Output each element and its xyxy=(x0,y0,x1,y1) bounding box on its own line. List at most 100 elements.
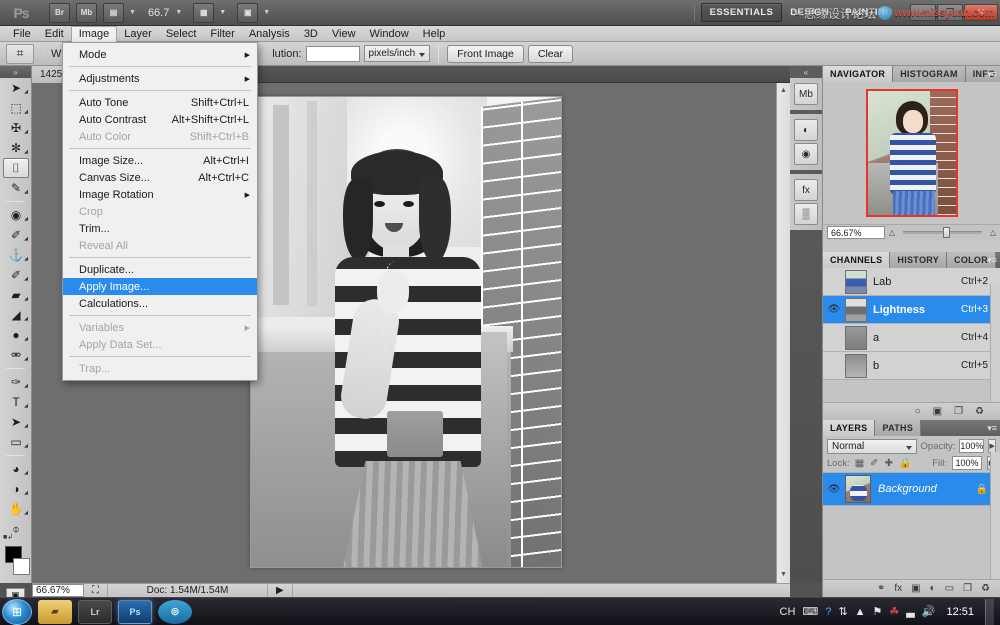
ime-more-icon[interactable]: ⇅ xyxy=(838,605,847,618)
tab-history[interactable]: HISTORY xyxy=(890,252,947,268)
type-tool[interactable]: T◢ xyxy=(0,392,32,412)
zoom-chevron-down-icon[interactable]: ▼ xyxy=(175,9,182,16)
scroll-up-icon[interactable]: ▲ xyxy=(777,83,790,97)
menu-item-canvas-size[interactable]: Canvas Size...Alt+Ctrl+C xyxy=(63,169,257,186)
layers-scrollbar[interactable] xyxy=(990,452,1000,579)
taskbar-explorer-icon[interactable]: ▰ xyxy=(38,600,72,624)
layer-row-background[interactable]: 👁 Background 🔒 xyxy=(823,472,1000,506)
crop-tool-options-icon[interactable]: ⌗ xyxy=(6,44,34,64)
action-center-icon[interactable]: ⚑ xyxy=(873,605,883,618)
maximize-button[interactable]: ❐ xyxy=(937,4,963,21)
status-more-icon[interactable]: ▶ xyxy=(268,584,293,597)
taskbar-other-app-icon[interactable]: ◎ xyxy=(158,600,192,624)
channel-row-lightness[interactable]: 👁 Lightness Ctrl+3 xyxy=(823,296,1000,324)
menu-item-auto-contrast[interactable]: Auto ContrastAlt+Shift+Ctrl+L xyxy=(63,111,257,128)
tab-channels[interactable]: CHANNELS xyxy=(823,252,890,268)
save-selection-as-channel-button[interactable]: ▣ xyxy=(933,406,942,417)
menu-item-calculations[interactable]: Calculations... xyxy=(63,295,257,312)
menu-filter[interactable]: Filter xyxy=(203,26,241,42)
close-button[interactable]: ✕ xyxy=(964,4,998,21)
load-channel-as-selection-button[interactable]: ○ xyxy=(915,406,921,417)
menu-file[interactable]: File xyxy=(6,26,38,42)
eraser-tool[interactable]: ▰◢ xyxy=(0,285,32,305)
quick-selection-tool[interactable]: ✻◢ xyxy=(0,138,32,158)
pen-tool[interactable]: ✑◢ xyxy=(0,372,32,392)
zoom-out-icon[interactable]: △ xyxy=(889,228,895,237)
arrange-chevron-down-icon[interactable]: ▼ xyxy=(219,9,226,16)
dock-collapse-button[interactable]: « xyxy=(790,66,822,78)
ime-keyboard-icon[interactable]: ⌨ xyxy=(802,605,818,618)
3d-orbit-tool[interactable]: ◑◢ xyxy=(0,479,32,499)
history-brush-tool[interactable]: ✐◢ xyxy=(0,265,32,285)
rectangle-tool[interactable]: ▭◢ xyxy=(0,432,32,452)
mini-bridge-panel-icon[interactable]: Mb xyxy=(794,83,818,105)
zoom-slider-knob[interactable] xyxy=(943,227,950,238)
swatches-panel-icon[interactable]: ▒ xyxy=(794,203,818,225)
menu-view[interactable]: View xyxy=(325,26,363,42)
taskbar-lightroom-icon[interactable]: Lr xyxy=(78,600,112,624)
opacity-stepper[interactable]: ▶ xyxy=(988,439,996,453)
channel-visibility-icon[interactable]: 👁 xyxy=(823,276,845,287)
dodge-tool[interactable]: ⚮◢ xyxy=(0,345,32,365)
document-image[interactable] xyxy=(250,96,562,568)
channel-visibility-icon[interactable]: 👁 xyxy=(823,304,845,315)
channels-panel-menu-icon[interactable]: ▾≡ xyxy=(987,255,997,266)
lock-transparent-pixels-icon[interactable]: ▦ xyxy=(855,458,864,469)
move-tool[interactable]: ➤◢ xyxy=(0,78,32,98)
status-preview-icon[interactable]: ⛶ xyxy=(84,584,108,597)
adjustments-panel-icon[interactable]: ◐ xyxy=(794,119,818,141)
background-color-swatch[interactable] xyxy=(13,558,30,575)
ime-help-icon[interactable]: ? xyxy=(825,606,831,618)
screen-mode-icon[interactable]: ▣ xyxy=(237,3,258,23)
show-desktop-button[interactable] xyxy=(985,599,994,625)
menu-edit[interactable]: Edit xyxy=(38,26,71,42)
channel-visibility-icon[interactable]: 👁 xyxy=(823,332,845,343)
workspace-painting[interactable]: PAINTING xyxy=(837,4,901,21)
navigator-thumbnail[interactable] xyxy=(866,89,958,217)
channel-row-b[interactable]: 👁 b Ctrl+5 xyxy=(823,352,1000,380)
styles-panel-icon[interactable]: fx xyxy=(794,179,818,201)
opacity-input[interactable]: 100% xyxy=(959,439,984,453)
path-selection-tool[interactable]: ➤◢ xyxy=(0,412,32,432)
network-icon[interactable]: ▃ xyxy=(906,605,914,618)
volume-icon[interactable]: 🔊 xyxy=(922,605,936,618)
resolution-unit-select[interactable]: pixels/inch xyxy=(364,45,431,62)
menu-image[interactable]: Image xyxy=(71,26,118,42)
color-swatches[interactable]: ■↲ xyxy=(0,542,31,586)
eyedropper-tool[interactable]: ✎◢ xyxy=(0,178,32,198)
channel-visibility-icon[interactable]: 👁 xyxy=(823,360,845,371)
menu-item-image-size[interactable]: Image Size...Alt+Ctrl+I xyxy=(63,152,257,169)
toolbox-collapse-handle[interactable]: » xyxy=(0,66,31,78)
minimize-button[interactable]: – xyxy=(910,4,936,21)
delete-channel-button[interactable]: ♻ xyxy=(975,406,984,417)
layer-style-button[interactable]: fx xyxy=(894,583,902,594)
crop-tool[interactable]: ⌷ xyxy=(3,158,29,178)
mini-bridge-icon[interactable]: Mb xyxy=(76,3,97,23)
workspace-essentials[interactable]: ESSENTIALS xyxy=(701,3,783,22)
swap-colors-icon[interactable]: ■↲ xyxy=(3,533,13,541)
new-layer-button[interactable]: ❐ xyxy=(963,583,972,594)
menu-help[interactable]: Help xyxy=(416,26,453,42)
menu-analysis[interactable]: Analysis xyxy=(242,26,297,42)
new-adjustment-layer-button[interactable]: ◐ xyxy=(930,583,936,594)
menu-item-adjustments[interactable]: Adjustments▶ xyxy=(63,70,257,87)
lasso-tool[interactable]: ✠◢ xyxy=(0,118,32,138)
clone-stamp-tool[interactable]: ⚓◢ xyxy=(0,245,32,265)
bridge-icon[interactable]: Br xyxy=(49,3,70,23)
clear-button[interactable]: Clear xyxy=(528,45,573,63)
menu-item-duplicate[interactable]: Duplicate... xyxy=(63,261,257,278)
lock-all-icon[interactable]: 🔒 xyxy=(899,458,911,469)
menu-3d[interactable]: 3D xyxy=(297,26,325,42)
navigator-panel-menu-icon[interactable]: ▾≡ xyxy=(987,69,997,80)
taskbar-clock[interactable]: 12:51 xyxy=(942,606,978,618)
layers-panel-menu-icon[interactable]: ▾≡ xyxy=(987,423,997,434)
menu-layer[interactable]: Layer xyxy=(117,26,159,42)
layer-visibility-icon[interactable]: 👁 xyxy=(823,484,845,495)
blur-tool[interactable]: ●◢ xyxy=(0,325,32,345)
taskbar-photoshop-icon[interactable]: Ps xyxy=(118,600,152,624)
tool-preset-chevron-down-icon[interactable]: ▼ xyxy=(40,50,47,57)
view-extras-icon[interactable]: ▤ xyxy=(103,3,124,23)
fill-input[interactable]: 100% xyxy=(952,456,982,470)
hand-tool[interactable]: ✋◢ xyxy=(0,499,32,519)
masks-panel-icon[interactable]: ◉ xyxy=(794,143,818,165)
